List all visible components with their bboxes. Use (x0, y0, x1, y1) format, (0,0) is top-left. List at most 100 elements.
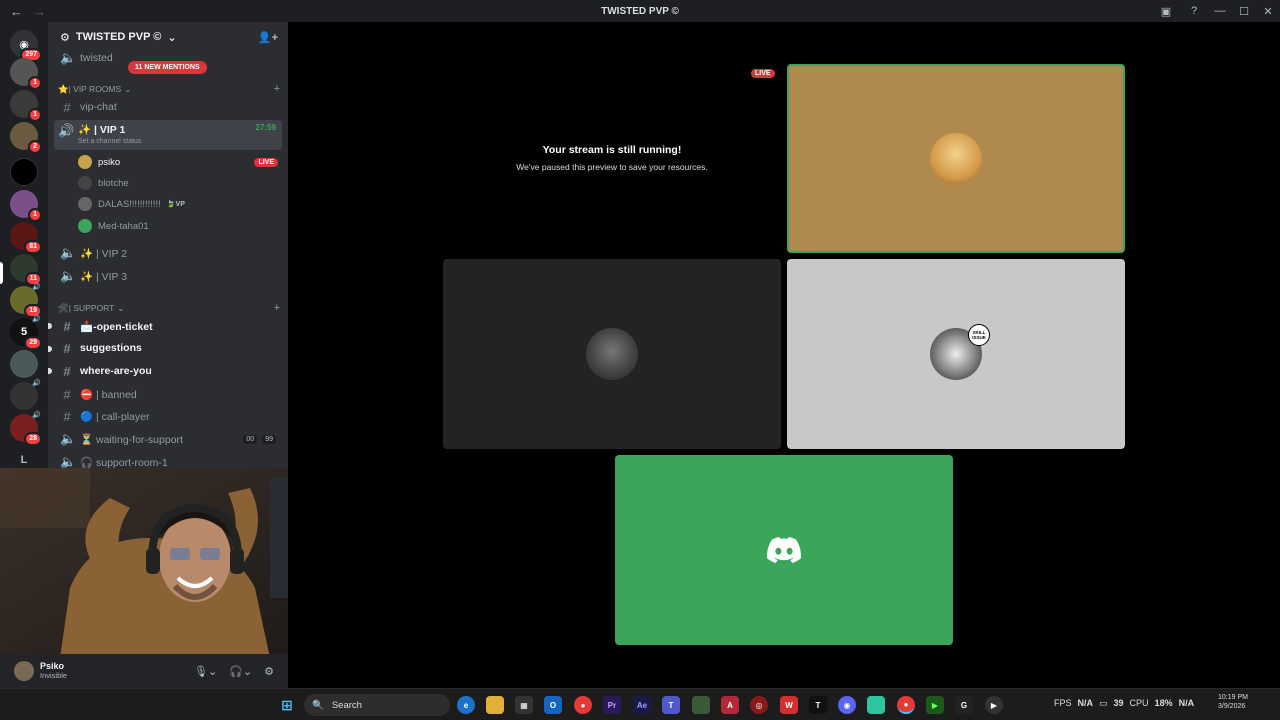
windows-taskbar: ⊞ 🔍 Search e ▦ O ● Pr Ae T A ◎ W T ◉ ● ▶… (0, 688, 1280, 720)
channel-suggestions[interactable]: # suggestions (56, 338, 282, 358)
media-player-icon[interactable]: ▶ (985, 696, 1003, 714)
channel-vip-1[interactable]: 🔊 ✨ | VIP 1 Set a channel status 27:59 (54, 120, 282, 150)
server-icon-twisted[interactable]: 11 (10, 254, 42, 286)
server-badge: 1 (28, 108, 42, 122)
participant-tile-med-taha01[interactable] (615, 455, 953, 645)
wps-icon[interactable]: W (780, 696, 798, 714)
hash-icon: # (63, 408, 71, 424)
guild-name: TWISTED PVP © (75, 31, 162, 43)
category-label: 🛠| SUPPORT (58, 302, 115, 313)
voice-member[interactable]: Med-taha01 (78, 216, 282, 236)
user-avatar[interactable] (14, 661, 34, 681)
minimize-icon[interactable]: — (1208, 5, 1232, 17)
dm-home-button[interactable]: ◉ 297 (10, 30, 42, 62)
channel-where-are-you[interactable]: # where-are-you (56, 361, 282, 381)
server-icon-8[interactable]: 🔊 19 (10, 284, 42, 318)
artstudio-icon[interactable]: A (721, 696, 739, 714)
server-icon-10[interactable] (10, 350, 38, 378)
channel-label: ✨ | VIP 3 (80, 270, 128, 283)
avatar (78, 176, 92, 190)
channel-open-ticket[interactable]: # 📩-open-ticket (56, 316, 282, 336)
server-badge: 1 (28, 76, 42, 90)
channel-label: where-are-you (80, 365, 152, 377)
gear-icon[interactable]: ⚙ (264, 665, 274, 678)
stream-paused-preview[interactable]: Your stream is still running! We've paus… (443, 64, 781, 252)
channel-vip-2[interactable]: 🔈 ✨ | VIP 2 (56, 243, 282, 263)
channel-vip-chat[interactable]: # vip-chat (56, 97, 282, 117)
app-icon-green[interactable] (867, 696, 885, 714)
invite-member-icon[interactable]: 👤+ (258, 31, 278, 44)
app-icon[interactable]: ◎ (750, 696, 768, 714)
tradingview-icon[interactable]: T (809, 696, 827, 714)
server-icon-9[interactable]: 5 🔊 29 (10, 316, 42, 350)
channel-label: twisted (80, 52, 113, 64)
unread-indicator (48, 346, 52, 352)
search-icon: 🔍 (312, 699, 324, 711)
new-mentions-pill[interactable]: 11 NEW MENTIONS (128, 61, 207, 74)
play-icon[interactable]: ▶ (926, 696, 944, 714)
hash-icon: # (63, 318, 71, 334)
minecraft-icon[interactable] (692, 696, 710, 714)
chevron-down-icon: ⌄ (124, 83, 132, 94)
help-icon[interactable]: ? (1180, 5, 1208, 17)
add-channel-icon[interactable]: + (274, 302, 280, 314)
close-icon[interactable]: ✕ (1256, 5, 1280, 18)
after-effects-icon[interactable]: Ae (633, 696, 651, 714)
g-app-icon[interactable]: G (955, 696, 973, 714)
avatar (78, 197, 92, 211)
server-icon-5[interactable]: 1 (10, 190, 42, 222)
voice-member[interactable]: DALAS!!!!!!!!!!!! 🍃VP (78, 194, 282, 214)
back-arrow-icon[interactable]: ← (10, 4, 23, 19)
server-icon-1[interactable]: 1 (10, 58, 42, 90)
taskbar-search[interactable]: 🔍 Search (304, 694, 450, 716)
add-channel-icon[interactable]: + (274, 83, 280, 95)
edge-icon[interactable]: e (457, 696, 475, 714)
voice-member[interactable]: psiko LIVE (78, 152, 282, 172)
chrome-icon[interactable]: ● (574, 696, 592, 714)
server-icon-6[interactable]: 81 (10, 222, 42, 254)
webcam-feed-image (0, 468, 336, 658)
channel-vip-3[interactable]: 🔈 ✨ | VIP 3 (56, 266, 282, 286)
store-icon[interactable]: ▦ (515, 696, 533, 714)
file-explorer-icon[interactable] (486, 696, 504, 714)
user-info[interactable]: Psiko Invisible (40, 661, 67, 681)
server-icon-11[interactable]: 🔊 (10, 380, 41, 410)
member-name: blotche (98, 177, 129, 189)
participant-tile-psiko[interactable] (787, 64, 1125, 253)
speaker-icon: 🔈 (60, 50, 77, 65)
server-icon-3[interactable]: 2 (10, 122, 42, 154)
channel-label: ✨ | VIP 2 (80, 247, 128, 260)
system-clock[interactable]: 10:19 PM 3/9/2026 (1218, 693, 1248, 711)
channel-call-player[interactable]: # 🔵 | call-player (56, 406, 282, 426)
channel-banned[interactable]: # ⛔ | banned (56, 384, 282, 404)
server-icon-12[interactable]: 🔊 28 (10, 412, 42, 446)
headphones-icon[interactable]: 🎧⌄ (229, 665, 252, 678)
chrome-active-icon[interactable]: ● (897, 696, 915, 714)
channel-status-hint[interactable]: Set a channel status (78, 138, 141, 145)
user-status: Invisible (40, 671, 68, 680)
maximize-icon[interactable]: ☐ (1232, 5, 1256, 18)
outlook-icon[interactable]: O (544, 696, 562, 714)
windows-start-icon[interactable]: ⊞ (278, 696, 296, 714)
latency-value: N/A (1178, 698, 1195, 708)
category-vip-rooms[interactable]: ⭐| VIP ROOMS ⌄ + (58, 83, 280, 95)
server-settings-icon: ⚙ (60, 31, 70, 44)
speaker-icon: 🔊 (32, 380, 41, 387)
category-support[interactable]: 🛠| SUPPORT ⌄ + (58, 302, 280, 314)
server-icon-4[interactable] (10, 158, 38, 186)
participant-avatar (930, 132, 982, 185)
forward-arrow-icon[interactable]: → (33, 4, 46, 19)
teams-icon[interactable]: T (662, 696, 680, 714)
participant-tile-blotche[interactable] (443, 259, 781, 449)
channel-waiting-for-support[interactable]: 🔈 ⏳ waiting-for-support 00 99 (56, 429, 282, 449)
vp-tag: 🍃VP (166, 201, 185, 208)
discord-icon[interactable]: ◉ (838, 696, 856, 714)
server-icon-2[interactable]: 1 (10, 90, 42, 122)
microphone-icon[interactable]: 🎙⌄ (194, 665, 217, 678)
premiere-icon[interactable]: Pr (603, 696, 621, 714)
participant-tile-dalas[interactable]: SKILL ISSUE (787, 259, 1125, 449)
speaker-icon: 🔊 (32, 284, 41, 291)
channel-label: ✨ | VIP 1 (78, 124, 126, 136)
inbox-icon[interactable]: ▣ (1152, 5, 1180, 18)
voice-member[interactable]: blotche (78, 173, 282, 193)
